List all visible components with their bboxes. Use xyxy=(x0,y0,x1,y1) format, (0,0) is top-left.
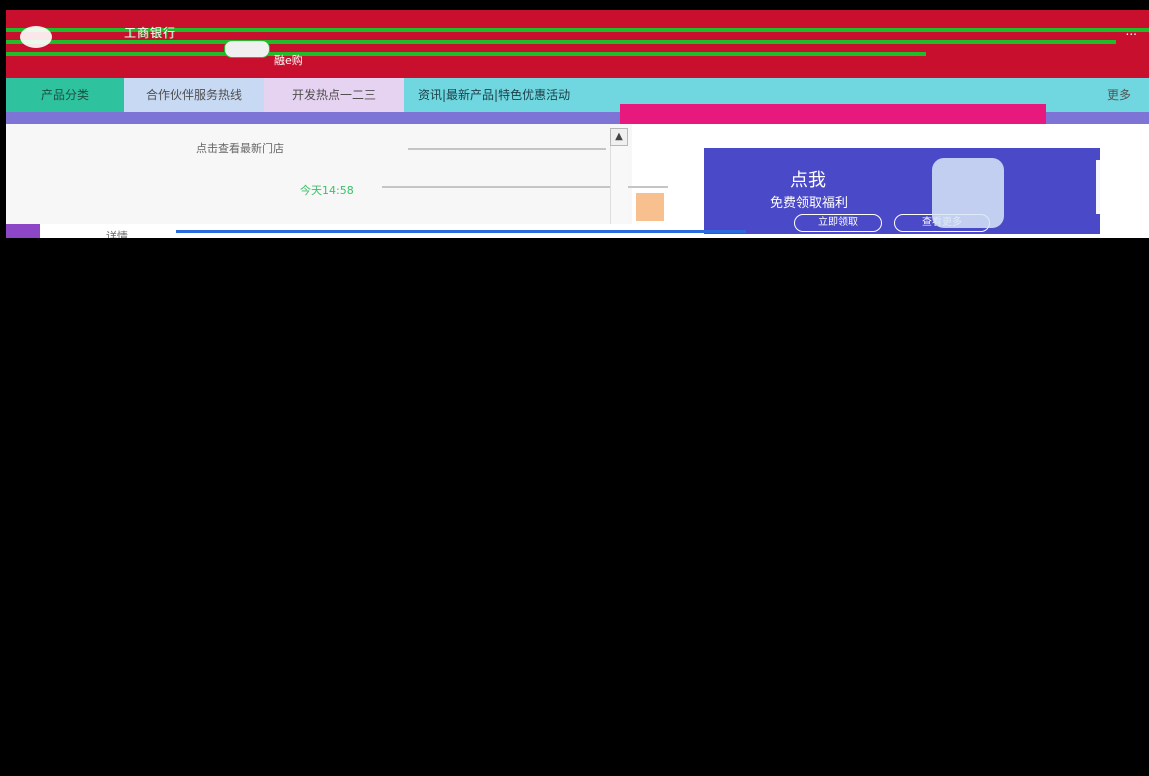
brand-emblem-icon xyxy=(224,40,270,58)
notice-time: 今天14:58 xyxy=(300,184,354,197)
promo-primary-button[interactable]: 立即领取 xyxy=(794,214,882,232)
promo-title: 点我 xyxy=(790,170,826,191)
mascot-image xyxy=(932,158,1004,228)
label-tag xyxy=(6,224,40,238)
nav-tab-service[interactable]: 合作伙伴服务热线 xyxy=(124,78,264,112)
promo-subtitle: 免费领取福利 xyxy=(770,196,849,211)
empty-viewport xyxy=(6,238,1149,776)
building-icon xyxy=(1096,160,1100,214)
nav-more-link[interactable]: 更多 xyxy=(1107,78,1149,112)
nav-tab-dev[interactable]: 开发热点一二三 xyxy=(264,78,404,112)
notice-panel xyxy=(6,124,632,224)
nav-tab-products[interactable]: 产品分类 xyxy=(6,78,124,112)
screen: 工商银行 融e购 ... 产品分类 合作伙伴服务热线 开发热点一二三 资讯|最新… xyxy=(0,0,1149,776)
scrollbar-track[interactable] xyxy=(610,146,628,224)
top-banner: 工商银行 融e购 ... xyxy=(6,10,1149,78)
promo-banner[interactable]: 点我 免费领取福利 立即领取 查看更多 xyxy=(704,148,1100,234)
scroll-up-button[interactable]: ▲ xyxy=(610,128,628,146)
brand-subtitle: 融e购 xyxy=(274,54,303,67)
bank-logo-icon xyxy=(20,26,52,48)
brand-title: 工商银行 xyxy=(124,26,177,40)
header-tools[interactable]: ... xyxy=(1126,24,1137,38)
notice-text[interactable]: 点击查看最新门店 xyxy=(196,140,284,156)
accent-chip xyxy=(636,193,664,221)
tab-underline xyxy=(176,230,746,233)
